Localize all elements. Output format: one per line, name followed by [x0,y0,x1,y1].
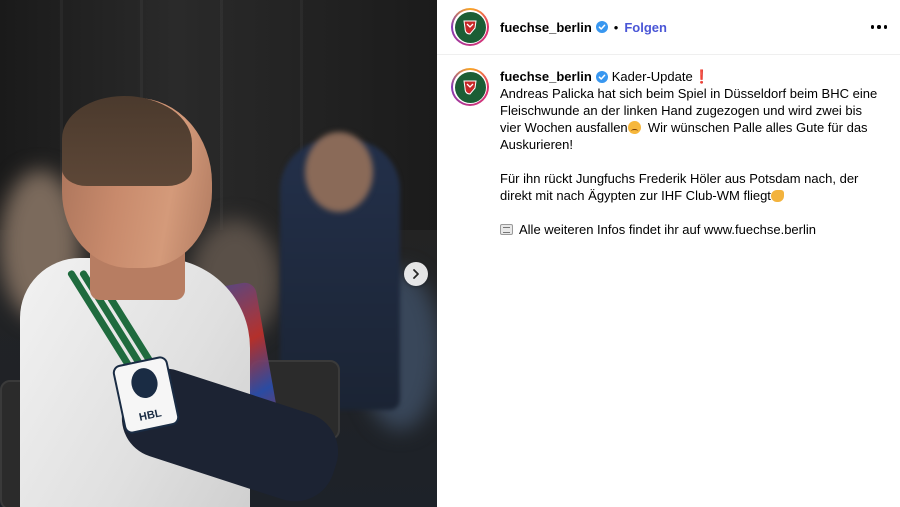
avatar[interactable] [451,8,489,46]
sad-face-icon [627,121,641,134]
chevron-right-icon [413,269,419,279]
post-image[interactable]: HBL [0,0,437,507]
username[interactable]: fuechse_berlin [500,20,592,35]
caption-title: Kader-Update [611,69,693,84]
club-logo-icon [454,11,486,43]
follow-button[interactable]: Folgen [624,20,667,35]
caption-avatar[interactable] [451,68,489,106]
background-line [220,0,223,230]
background-person-head [305,132,373,212]
caption-username[interactable]: fuechse_berlin [500,68,592,85]
newspaper-icon [500,224,513,235]
caption-paragraph: Andreas Palicka hat sich beim Spiel in D… [500,85,880,153]
post-header: fuechse_berlin • Folgen [437,0,900,55]
handball-player-icon [128,365,161,401]
caption-body: fuechse_berlin Kader-Update ❗ Andreas Pa… [500,68,880,238]
player-hair [62,96,192,186]
more-options-icon[interactable] [868,16,890,38]
exclamation-icon: ❗ [693,69,710,84]
caption-paragraph: Für ihn rückt Jungfuchs Frederik Höler a… [500,170,880,204]
caption-text: Für ihn rückt Jungfuchs Frederik Höler a… [500,171,863,203]
caption-text[interactable]: Alle weiteren Infos findet ihr auf www.f… [519,222,816,237]
verified-badge-icon [595,21,608,33]
separator: • [613,19,619,35]
post-panel: fuechse_berlin • Folgen fuechse_berlin K… [437,0,900,507]
caption: fuechse_berlin Kader-Update ❗ Andreas Pa… [451,68,896,238]
next-image-button[interactable] [404,262,428,286]
flexed-biceps-icon [770,190,784,202]
badge-text: HBL [138,407,163,424]
club-logo-icon [454,71,486,103]
caption-paragraph: Alle weiteren Infos findet ihr auf www.f… [500,221,880,238]
verified-badge-icon [595,70,608,83]
